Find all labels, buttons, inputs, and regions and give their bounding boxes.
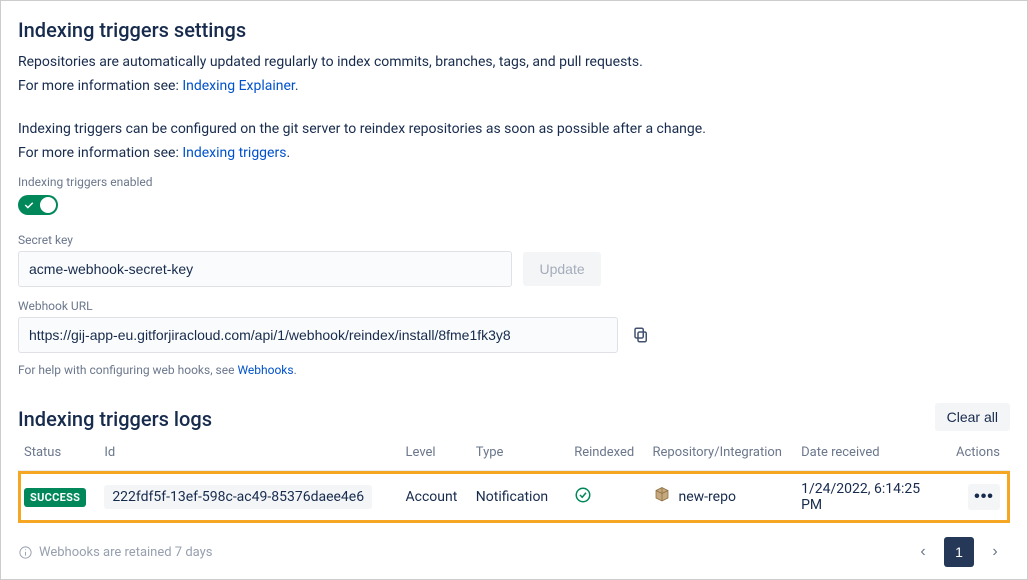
info-icon [18,545,33,560]
secret-key-label: Secret key [18,233,1010,247]
table-row: SUCCESS 222fdf5f-13ef-598c-ac49-85376dae… [18,471,1010,524]
col-date: Date received [795,437,944,471]
intro-line-1: Repositories are automatically updated r… [18,52,1010,72]
log-level: Account [400,471,470,524]
clear-all-button[interactable]: Clear all [935,403,1010,431]
indexing-triggers-link[interactable]: Indexing triggers [182,145,286,161]
intro-line-2: For more information see: Indexing Expla… [18,76,1010,96]
logs-table: Status Id Level Type Reindexed Repositor… [18,437,1010,523]
intro-line-3: Indexing triggers can be configured on t… [18,119,1010,139]
logs-title: Indexing triggers logs [18,407,212,431]
copy-button[interactable] [630,324,652,346]
help-line: For help with configuring web hooks, see… [18,363,1010,377]
copy-icon [632,326,650,344]
table-header-row: Status Id Level Type Reindexed Repositor… [18,437,1010,471]
col-actions: Actions [944,437,1010,471]
repo-icon [653,486,671,508]
retention-note: Webhooks are retained 7 days [18,545,213,560]
log-id: 222fdf5f-13ef-598c-ac49-85376daee4e6 [104,485,372,509]
col-reindexed: Reindexed [568,437,646,471]
col-type: Type [470,437,568,471]
webhook-url-label: Webhook URL [18,299,1010,313]
secret-key-input[interactable] [18,251,512,287]
log-reindexed [568,471,646,524]
webhook-url-input[interactable] [18,317,618,353]
status-badge: SUCCESS [24,488,86,507]
intro-text: Repositories are automatically updated r… [18,52,1010,163]
page-title: Indexing triggers settings [18,18,1010,42]
settings-panel: Indexing triggers settings Repositories … [0,0,1028,580]
indexing-explainer-link[interactable]: Indexing Explainer [182,78,295,94]
col-level: Level [400,437,470,471]
repo-cell: new-repo [653,486,790,508]
row-actions-button[interactable]: ••• [968,484,1000,510]
intro-line-4: For more information see: Indexing trigg… [18,143,1010,163]
col-status: Status [18,437,98,471]
webhooks-help-link[interactable]: Webhooks [237,363,293,377]
indexing-triggers-toggle[interactable] [18,195,58,215]
col-repo: Repository/Integration [647,437,796,471]
log-type: Notification [470,471,568,524]
update-button[interactable]: Update [523,252,600,286]
col-id: Id [98,437,399,471]
log-date: 1/24/2022, 6:14:25 PM [795,471,944,524]
check-circle-icon [574,492,592,508]
repo-name: new-repo [679,489,736,505]
toggle-label: Indexing triggers enabled [18,175,1010,189]
check-icon [23,199,35,211]
toggle-knob [40,197,56,213]
